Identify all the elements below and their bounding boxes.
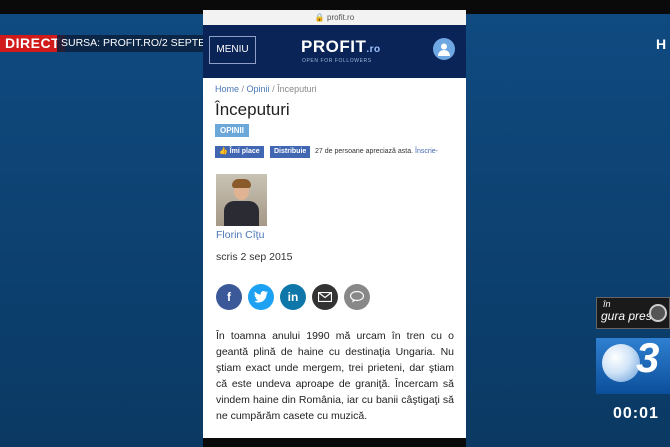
likes-count-text: 27 de persoane apreciază asta. Înscrie-: [315, 148, 438, 155]
article-title: Începuturi: [215, 100, 290, 119]
author-photo[interactable]: [216, 174, 267, 226]
url-bar[interactable]: 🔒 profit.ro: [203, 10, 466, 25]
broadcast-clock: 00:01: [613, 405, 659, 422]
channel-logo: 3: [596, 338, 670, 394]
globe-icon: [602, 344, 640, 382]
facebook-social-row: 👍 Îmi place Distribuie 27 de persoane ap…: [215, 146, 454, 158]
author-name[interactable]: Florin Cîţu: [216, 229, 264, 241]
category-tag[interactable]: OPINII: [215, 124, 250, 137]
linkedin-share-icon[interactable]: in: [280, 284, 306, 310]
breadcrumb: Home / Opinii / Începuturi: [215, 84, 454, 94]
logo-suffix: .ro: [366, 44, 381, 55]
comment-icon[interactable]: [344, 284, 370, 310]
fb-share-button[interactable]: Distribuie: [270, 146, 311, 158]
fb-like-button[interactable]: 👍 Îmi place: [215, 146, 264, 158]
microphone-icon: [649, 304, 667, 322]
logo-text: PROFIT: [301, 37, 367, 56]
fb-like-label: Îmi place: [229, 148, 260, 155]
show-logo-line1: în: [603, 299, 611, 309]
site-logo[interactable]: PROFIT.ro: [301, 37, 381, 57]
user-button[interactable]: [433, 38, 455, 60]
facebook-share-icon[interactable]: f: [216, 284, 242, 310]
signup-link[interactable]: Înscrie-: [415, 148, 438, 155]
breadcrumb-opinii[interactable]: Opinii: [247, 84, 270, 94]
channel-number: 3: [636, 338, 660, 381]
user-icon: [438, 43, 450, 56]
likes-text: 27 de persoane apreciază asta.: [315, 148, 414, 155]
bottom-black-strip: [203, 438, 466, 447]
background-left: [0, 14, 203, 447]
thumbs-up-icon: 👍: [219, 148, 228, 155]
email-share-icon[interactable]: [312, 284, 338, 310]
twitter-share-icon[interactable]: [248, 284, 274, 310]
article-body: În toamna anului 1990 mă urcam în tren c…: [216, 330, 454, 422]
url-text: profit.ro: [327, 13, 355, 22]
lock-icon: 🔒: [314, 13, 325, 22]
breadcrumb-current: Începuturi: [277, 84, 317, 94]
show-logo: în gura presei: [596, 297, 670, 329]
corner-letter: H: [656, 36, 667, 52]
article-date: scris 2 sep 2015: [216, 251, 293, 263]
breadcrumb-home[interactable]: Home: [215, 84, 239, 94]
menu-button[interactable]: MENIU: [209, 36, 256, 64]
site-tagline: OPEN FOR FOLLOWERS: [302, 58, 372, 64]
live-label: DIRECT: [0, 35, 66, 52]
site-header: MENIU PROFIT.ro OPEN FOR FOLLOWERS: [203, 25, 466, 78]
